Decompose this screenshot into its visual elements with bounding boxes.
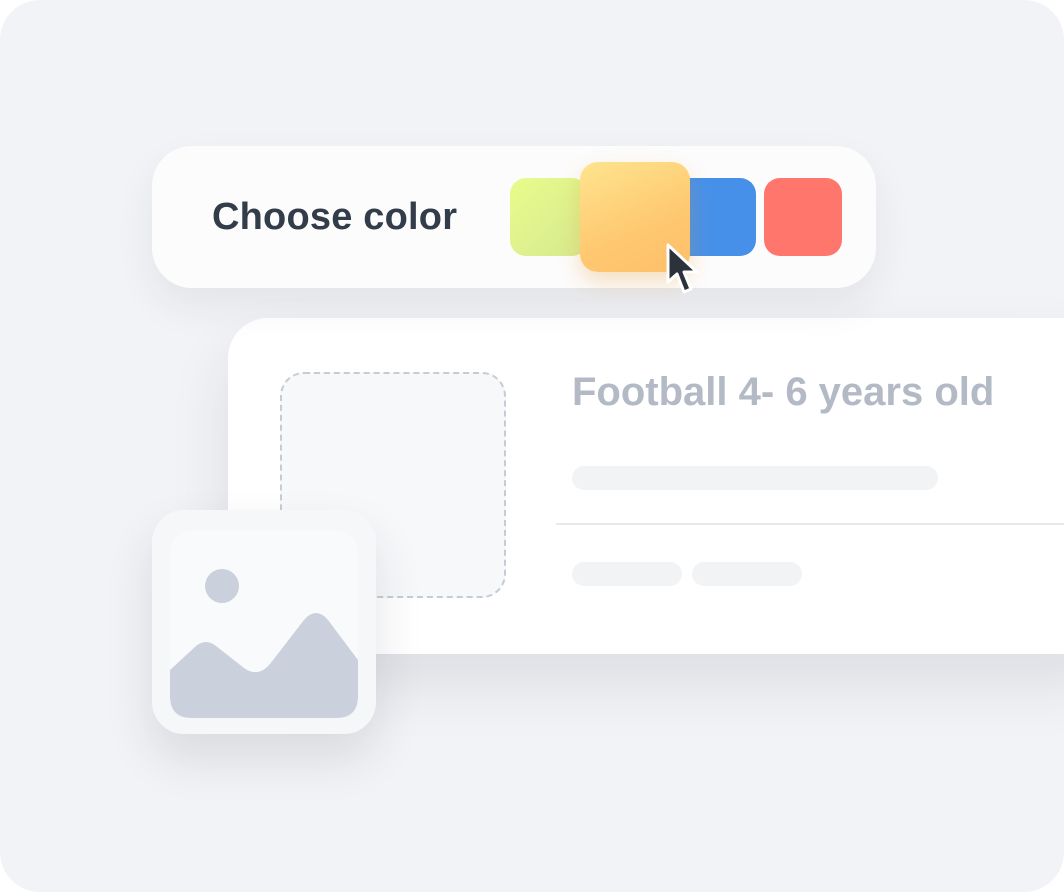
arrow-cursor-icon	[666, 243, 699, 294]
skeleton-tag	[572, 562, 682, 586]
image-placeholder-tile[interactable]	[152, 510, 376, 734]
color-swatch-yellow-green[interactable]	[510, 178, 588, 256]
skeleton-tag	[692, 562, 802, 586]
skeleton-description-line	[572, 466, 938, 490]
image-placeholder-icon	[170, 530, 358, 718]
canvas: Football 4- 6 years old Choose color	[0, 0, 1064, 892]
color-swatch-red[interactable]	[764, 178, 842, 256]
event-title: Football 4- 6 years old	[572, 370, 995, 414]
card-divider	[556, 523, 1064, 525]
color-picker: Choose color	[152, 146, 876, 294]
color-picker-label: Choose color	[212, 196, 458, 238]
